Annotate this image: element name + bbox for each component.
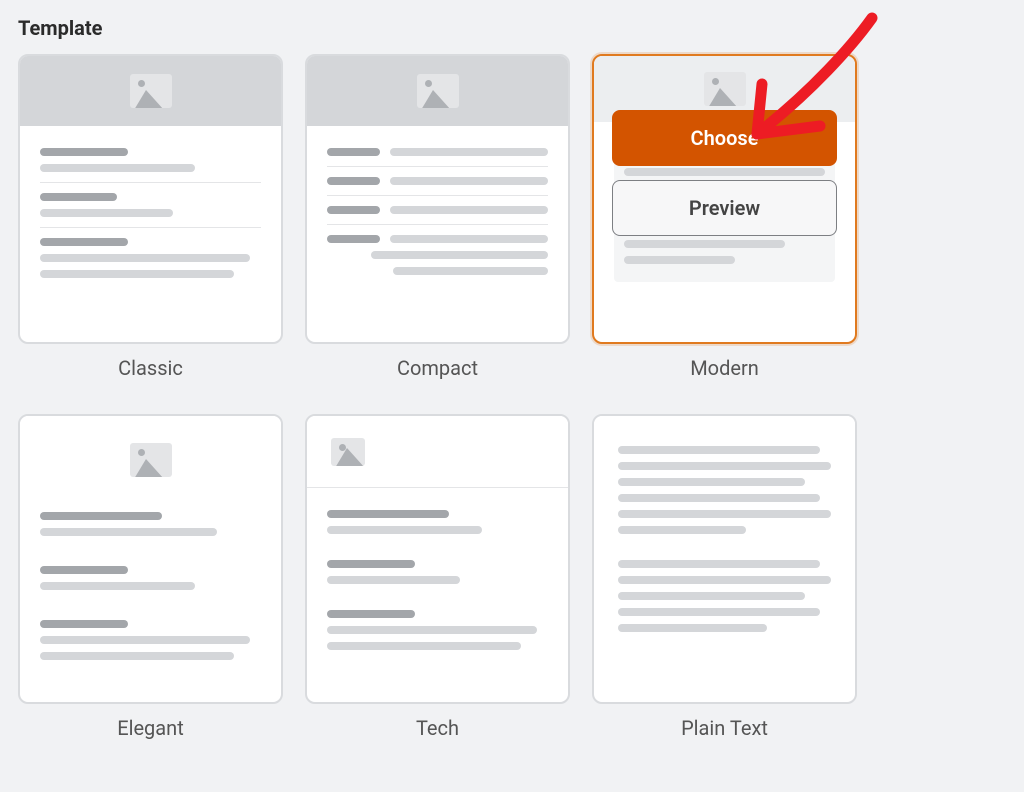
thumb-body xyxy=(307,126,568,297)
text-line xyxy=(618,510,831,518)
text-line xyxy=(390,206,548,214)
text-line xyxy=(327,576,460,584)
thumb-body xyxy=(307,488,568,672)
text-line xyxy=(40,528,217,536)
image-icon xyxy=(331,438,365,466)
text-line xyxy=(618,576,831,584)
template-card-tech[interactable] xyxy=(305,414,570,704)
text-row xyxy=(327,235,548,243)
card-action-overlay: Choose Preview xyxy=(594,110,855,236)
divider xyxy=(327,195,548,196)
template-cell-classic: Classic xyxy=(18,54,283,380)
text-line xyxy=(40,148,128,156)
text-line xyxy=(618,592,805,600)
text-line xyxy=(618,608,820,616)
template-cell-elegant: Elegant xyxy=(18,414,283,740)
image-icon xyxy=(704,72,746,106)
divider xyxy=(40,182,261,183)
text-line xyxy=(327,642,521,650)
text-line xyxy=(618,446,820,454)
template-label-plaintext: Plain Text xyxy=(681,716,768,740)
text-line xyxy=(327,626,537,634)
text-line xyxy=(40,238,128,246)
template-label-tech: Tech xyxy=(416,716,459,740)
image-icon xyxy=(130,443,172,477)
text-line xyxy=(40,620,128,628)
template-label-classic: Classic xyxy=(118,356,183,380)
template-card-classic[interactable] xyxy=(18,54,283,344)
text-line xyxy=(327,510,449,518)
thumb-header xyxy=(307,416,568,488)
text-line xyxy=(40,209,173,217)
template-cell-plaintext: Plain Text xyxy=(592,414,857,740)
template-label-modern: Modern xyxy=(690,356,759,380)
template-card-plaintext[interactable] xyxy=(592,414,857,704)
text-row xyxy=(327,206,548,214)
text-line xyxy=(624,256,735,264)
text-line xyxy=(327,206,380,214)
text-line xyxy=(327,526,482,534)
template-label-compact: Compact xyxy=(397,356,478,380)
text-line xyxy=(390,177,548,185)
text-line xyxy=(327,177,380,185)
text-line xyxy=(40,566,128,574)
template-grid: Classic xyxy=(18,54,857,740)
template-cell-tech: Tech xyxy=(305,414,570,740)
template-card-modern[interactable]: Choose Preview xyxy=(592,54,857,344)
text-line xyxy=(618,462,831,470)
text-line xyxy=(327,610,415,618)
text-line xyxy=(40,582,195,590)
divider xyxy=(327,166,548,167)
thumb-body xyxy=(20,512,281,682)
template-card-elegant[interactable] xyxy=(18,414,283,704)
text-row xyxy=(327,177,548,185)
text-line xyxy=(40,193,117,201)
image-icon xyxy=(417,74,459,108)
text-line xyxy=(390,235,548,243)
text-row xyxy=(327,148,548,156)
text-line xyxy=(40,652,234,660)
thumb-header xyxy=(307,56,568,126)
template-cell-compact: Compact xyxy=(305,54,570,380)
text-line xyxy=(40,254,250,262)
text-line xyxy=(40,164,195,172)
thumb-header xyxy=(20,56,281,126)
text-line xyxy=(618,526,746,534)
text-line xyxy=(618,624,767,632)
text-line xyxy=(618,560,820,568)
choose-button[interactable]: Choose xyxy=(612,110,837,166)
text-line xyxy=(40,636,250,644)
template-card-compact[interactable] xyxy=(305,54,570,344)
thumb-header xyxy=(20,416,281,504)
divider xyxy=(327,224,548,225)
text-line xyxy=(390,148,548,156)
text-line xyxy=(327,148,380,156)
text-line xyxy=(618,494,820,502)
template-label-elegant: Elegant xyxy=(117,716,184,740)
text-line xyxy=(393,267,548,275)
text-line xyxy=(618,478,805,486)
divider xyxy=(40,227,261,228)
thumb-body xyxy=(594,416,855,662)
thumb-body xyxy=(20,126,281,300)
preview-button[interactable]: Preview xyxy=(612,180,837,236)
text-line xyxy=(40,512,162,520)
text-line xyxy=(371,251,548,259)
section-title: Template xyxy=(18,16,1006,40)
text-line xyxy=(624,240,785,248)
text-line xyxy=(40,270,234,278)
template-cell-modern: Choose Preview Modern xyxy=(592,54,857,380)
text-line xyxy=(327,235,380,243)
image-icon xyxy=(130,74,172,108)
text-line xyxy=(327,560,415,568)
